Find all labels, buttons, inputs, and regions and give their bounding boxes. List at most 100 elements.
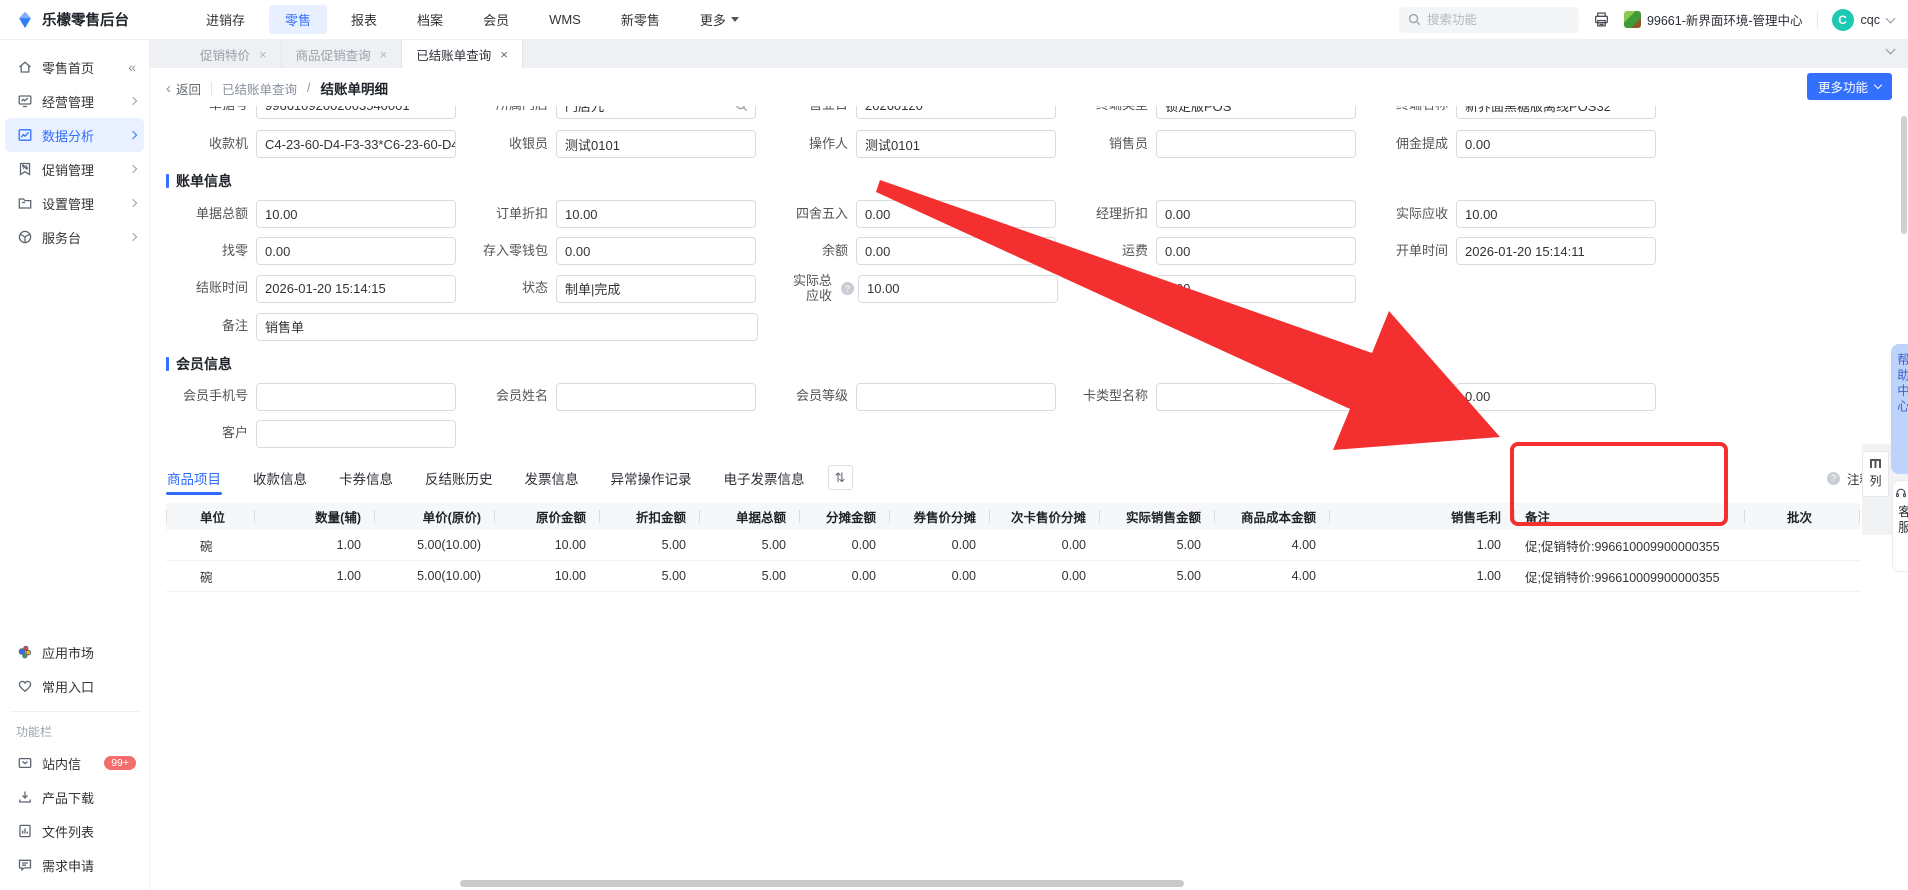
menu-item-archive[interactable]: 档案 <box>401 5 459 34</box>
menu-item-retail[interactable]: 零售 <box>269 5 328 34</box>
actual-receivable-field[interactable]: 10.00 <box>1456 200 1656 228</box>
bill-total-field[interactable]: 10.00 <box>256 200 456 228</box>
column-header[interactable]: 销售毛利 <box>1330 502 1515 530</box>
sidebar-item-home[interactable]: 零售首页 « <box>5 50 144 84</box>
register-field[interactable]: C4-23-60-D4-F3-33*C6-23-60-D4- <box>256 130 456 158</box>
card-type-field[interactable] <box>1156 382 1356 411</box>
tab-reverse-history[interactable]: 反结账历史 <box>424 462 494 494</box>
member-level-field[interactable] <box>856 382 1056 411</box>
sidebar-item-appmarket[interactable]: 应用市场 <box>5 635 144 669</box>
close-icon[interactable]: × <box>380 47 388 62</box>
bill-no-field[interactable]: 99661092002003540001 <box>256 106 456 119</box>
column-header[interactable]: 数量(辅) <box>255 502 375 530</box>
salesperson-field[interactable] <box>1156 130 1356 158</box>
workspace[interactable]: 99661-新界面环境-管理中心 <box>1623 10 1803 29</box>
column-header[interactable]: 单位 <box>166 502 255 530</box>
member-name-field[interactable] <box>556 382 756 411</box>
customer-service-tab[interactable]: 客服 <box>1892 480 1908 572</box>
menu-item-more[interactable]: 更多 <box>684 5 755 34</box>
help-center-tab[interactable]: 帮助中心 <box>1891 344 1908 474</box>
tab-abnormal-ops[interactable]: 异常操作记录 <box>610 462 693 494</box>
column-header[interactable]: 批次 <box>1745 502 1860 530</box>
tab-invoice-info[interactable]: 发票信息 <box>524 462 580 494</box>
tab-payment-info[interactable]: 收款信息 <box>252 462 308 494</box>
sidebar-item-request[interactable]: 需求申请 <box>5 848 144 882</box>
order-discount-field[interactable]: 10.00 <box>556 200 756 228</box>
page-tab-settled-bill-query[interactable]: 已结账单查询 × <box>402 40 523 68</box>
freight-field[interactable]: 0.00 <box>1156 237 1356 265</box>
breadcrumb-parent[interactable]: 已结账单查询 <box>222 79 297 98</box>
column-header[interactable]: 原价金额 <box>495 502 600 530</box>
column-header[interactable]: 商品成本金额 <box>1215 502 1330 530</box>
column-header[interactable]: 备注 <box>1515 502 1745 530</box>
column-header[interactable]: 单据总额 <box>700 502 800 530</box>
open-time-field[interactable]: 2026-01-20 15:14:11 <box>1456 237 1656 265</box>
page-tab-product-promo-query[interactable]: 商品促销查询 × <box>282 40 403 68</box>
sidebar-item-operation[interactable]: 经营管理 <box>5 84 144 118</box>
sidebar-item-settings[interactable]: 设置管理 <box>5 186 144 220</box>
balance-field[interactable]: 0.00 <box>856 237 1056 265</box>
search-input[interactable] <box>1426 12 1557 27</box>
back-button[interactable]: ‹ 返回 <box>166 79 201 98</box>
sidebar-item-favorites[interactable]: 常用入口 <box>5 669 144 703</box>
menu-item-purchase[interactable]: 进销存 <box>190 5 261 34</box>
info-icon[interactable]: ? <box>841 282 854 296</box>
settle-time-field[interactable]: 2026-01-20 15:14:15 <box>256 274 456 303</box>
column-header[interactable]: 实际销售金额 <box>1100 502 1215 530</box>
global-search[interactable] <box>1398 6 1579 33</box>
vertical-scrollbar[interactable] <box>1901 116 1907 234</box>
sort-settings-button[interactable]: ⇅ <box>827 465 853 491</box>
cell-qty: 1.00 <box>255 529 375 562</box>
close-icon[interactable]: × <box>500 47 508 62</box>
cashier-field[interactable]: 测试0101 <box>556 130 756 158</box>
store-field[interactable]: 门店九 <box>556 106 756 119</box>
remark-field[interactable]: 销售单 <box>256 312 758 341</box>
sidebar-item-analytics[interactable]: 数据分析 <box>5 118 144 152</box>
rounding-field[interactable]: 0.00 <box>856 200 1056 228</box>
operator-field[interactable]: 测试0101 <box>856 130 1056 158</box>
terminal-name-field[interactable]: 新界面黑糖版离线POS32 <box>1456 106 1656 119</box>
sidebar-item-promotion[interactable]: 促销管理 <box>5 152 144 186</box>
terminal-type-field[interactable]: 锁定版POS <box>1156 106 1356 119</box>
menu-item-newretail[interactable]: 新零售 <box>605 5 676 34</box>
menu-item-member[interactable]: 会员 <box>467 5 525 34</box>
change-field[interactable]: 0.00 <box>256 237 456 265</box>
chart-icon <box>18 129 32 141</box>
actual-total-receivable-field[interactable]: 10.00 <box>858 274 1058 303</box>
status-field[interactable]: 制单|完成 <box>556 274 756 303</box>
printer-icon[interactable] <box>1593 11 1610 28</box>
column-header[interactable]: 单价(原价) <box>375 502 495 530</box>
table-row[interactable]: 碗 1.00 5.00(10.00) 10.00 5.00 5.00 0.00 … <box>166 529 1860 562</box>
tab-coupon-info[interactable]: 卡券信息 <box>338 462 394 494</box>
column-header[interactable]: 分摊金额 <box>800 502 890 530</box>
sidebar-item-filelist[interactable]: 文件列表 <box>5 814 144 848</box>
table-row[interactable]: 碗 1.00 5.00(10.00) 10.00 5.00 5.00 0.00 … <box>166 560 1860 593</box>
menu-item-report[interactable]: 报表 <box>335 5 393 34</box>
column-header[interactable]: 券售价分摊 <box>890 502 990 530</box>
points-field[interactable]: 0.00 <box>1456 382 1656 411</box>
tab-product-items[interactable]: 商品项目 <box>166 462 222 495</box>
menu-item-wms[interactable]: WMS <box>533 7 597 32</box>
sidebar-item-servicedesk[interactable]: 服务台 <box>5 220 144 254</box>
page-tab-promo-price[interactable]: 促销特价 × <box>186 40 282 68</box>
more-actions-button[interactable]: 更多功能 <box>1806 73 1892 100</box>
close-icon[interactable]: × <box>259 47 267 62</box>
chevron-down-icon[interactable] <box>1885 44 1896 55</box>
user-menu[interactable]: C cqc <box>1831 8 1896 31</box>
sidebar-item-downloads[interactable]: 产品下载 <box>5 780 144 814</box>
search-icon[interactable] <box>735 106 748 112</box>
customer-field[interactable] <box>256 419 456 448</box>
column-header[interactable]: 折扣金额 <box>600 502 700 530</box>
member-phone-field[interactable] <box>256 382 456 411</box>
wallet-deposit-field[interactable]: 0.00 <box>556 237 756 265</box>
collapse-sidebar-icon[interactable]: « <box>128 59 136 75</box>
column-header[interactable]: 次卡售价分摊 <box>990 502 1100 530</box>
manager-discount-field[interactable]: 0.00 <box>1156 200 1356 228</box>
business-date-field[interactable]: 20260120 <box>856 106 1056 119</box>
sidebar-item-inbox[interactable]: 站内信 99+ <box>5 746 144 780</box>
gross-profit-field[interactable]: 2.00 <box>1156 274 1356 303</box>
column-settings-button[interactable]: 列 <box>1862 451 1889 497</box>
horizontal-scrollbar[interactable] <box>460 880 1184 887</box>
tab-einvoice-info[interactable]: 电子发票信息 <box>723 462 806 494</box>
commission-field[interactable]: 0.00 <box>1456 130 1656 158</box>
